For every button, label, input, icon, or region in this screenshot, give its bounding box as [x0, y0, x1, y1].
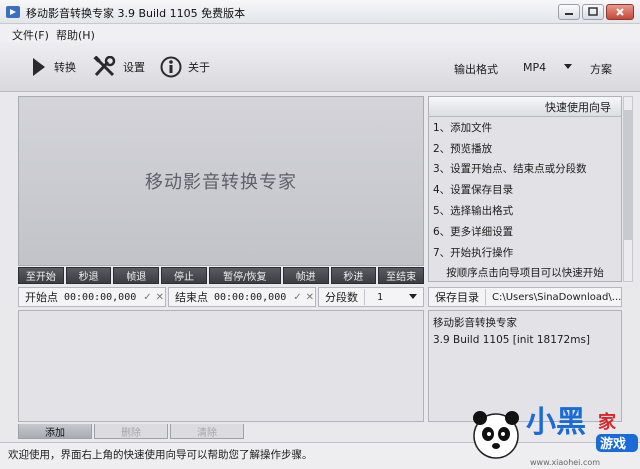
svg-text:小黑: 小黑 — [526, 405, 586, 440]
svg-text:www.xiaohei.com: www.xiaohei.com — [530, 458, 600, 467]
info-app-name: 移动影音转换专家 — [433, 317, 517, 329]
wizard-step[interactable]: 2、预览播放 — [429, 138, 621, 159]
segments-value[interactable]: 1 — [365, 292, 407, 303]
wizard-step[interactable]: 5、选择输出格式 — [429, 200, 621, 221]
clear-icon[interactable]: ✕ — [305, 292, 315, 303]
frame-back-button[interactable]: 帧退 — [113, 267, 160, 284]
preview-title: 移动影音转换专家 — [145, 172, 297, 193]
start-point-value[interactable]: 00:00:00,000 — [64, 292, 136, 303]
confirm-icon[interactable]: ✓ — [292, 292, 302, 303]
convert-label: 转换 — [54, 61, 76, 74]
about-label: 关于 — [188, 61, 210, 74]
app-icon — [6, 6, 20, 18]
seconds-forward-button[interactable]: 秒进 — [330, 267, 377, 284]
start-point-label: 开始点 — [25, 291, 58, 304]
svg-text:游戏: 游戏 — [600, 436, 626, 452]
minimize-icon — [565, 13, 573, 15]
wizard-scroll-thumb[interactable] — [624, 110, 632, 240]
tools-icon — [93, 56, 116, 77]
clear-tab[interactable]: 清除 — [170, 424, 244, 439]
file-list[interactable] — [18, 310, 424, 422]
settings-button[interactable]: 设置 — [93, 50, 145, 84]
goto-end-button[interactable]: 至结束 — [378, 267, 424, 284]
watermark-logo: 小黑 家 游戏 www.xiaohei.com — [473, 405, 638, 467]
quick-start-wizard: 快速使用向导 1、添加文件 2、预览播放 3、设置开始点、结束点或分段数 4、设… — [428, 96, 622, 282]
play-icon — [33, 58, 45, 76]
output-format-value: MP4 — [523, 60, 547, 74]
end-point-value[interactable]: 00:00:00,000 — [214, 292, 286, 303]
goto-start-button[interactable]: 至开始 — [18, 267, 64, 284]
pause-resume-button[interactable]: 暂停/恢复 — [208, 267, 281, 284]
output-directory-value[interactable]: C:\Users\SinaDownload\...\ — [486, 292, 621, 303]
info-build: 3.9 Build 1105 [init 18172ms] — [433, 334, 591, 346]
end-point-field[interactable]: 结束点 00:00:00,000 ✓ ✕ — [168, 287, 316, 307]
output-directory-label: 保存目录 — [429, 289, 486, 305]
minimize-button[interactable] — [558, 4, 580, 20]
menu-bar — [0, 24, 640, 42]
playback-controls: 至开始 秒退 帧退 停止 暂停/恢复 帧进 秒进 至结束 — [18, 267, 424, 285]
output-directory-field[interactable]: 保存目录 C:\Users\SinaDownload\...\ — [428, 287, 622, 307]
panda-icon — [473, 411, 519, 459]
seconds-back-button[interactable]: 秒退 — [65, 267, 112, 284]
close-button[interactable] — [606, 4, 634, 20]
frame-forward-button[interactable]: 帧进 — [282, 267, 329, 284]
settings-label: 设置 — [123, 61, 145, 74]
end-point-label: 结束点 — [175, 291, 208, 304]
wizard-step[interactable]: 6、更多详细设置 — [429, 221, 621, 242]
wizard-step[interactable]: 7、开始执行操作 — [429, 242, 621, 263]
segments-label: 分段数 — [319, 289, 365, 305]
start-point-field[interactable]: 开始点 00:00:00,000 ✓ ✕ — [18, 287, 166, 307]
window-title: 移动影音转换专家 3.9 Build 1105 免费版本 — [26, 7, 246, 20]
wizard-step[interactable]: 4、设置保存目录 — [429, 179, 621, 200]
maximize-button[interactable] — [582, 4, 604, 20]
status-text: 欢迎使用，界面右上角的快速使用向导可以帮助您了解操作步骤。 — [8, 449, 313, 461]
output-format-label: 输出格式 — [454, 63, 498, 76]
menu-help[interactable]: 帮助(H) — [56, 27, 95, 43]
dropdown-arrow-icon — [564, 64, 572, 69]
convert-button[interactable]: 转换 — [30, 50, 76, 84]
stop-button[interactable]: 停止 — [161, 267, 207, 284]
menu-file[interactable]: 文件(F) — [12, 27, 49, 43]
maximize-icon — [588, 7, 598, 16]
confirm-icon[interactable]: ✓ — [142, 292, 152, 303]
video-preview[interactable]: 移动影音转换专家 — [18, 96, 424, 266]
scheme-button[interactable]: 方案 — [590, 61, 612, 77]
wizard-step[interactable]: 1、添加文件 — [429, 117, 621, 138]
about-button[interactable]: 关于 — [160, 50, 210, 84]
wizard-header: 快速使用向导 — [429, 97, 621, 117]
output-format-select[interactable]: MP4 — [514, 57, 576, 77]
info-icon — [160, 56, 182, 78]
segments-field[interactable]: 分段数 1 — [318, 287, 424, 307]
wizard-hint: 按顺序点击向导项目可以快速开始 — [446, 267, 604, 280]
delete-tab[interactable]: 删除 — [94, 424, 168, 439]
add-tab[interactable]: 添加 — [18, 424, 92, 439]
close-icon — [616, 8, 624, 16]
wizard-step[interactable]: 3、设置开始点、结束点或分段数 — [429, 159, 621, 180]
svg-text:家: 家 — [598, 411, 617, 433]
clear-icon[interactable]: ✕ — [155, 292, 165, 303]
dropdown-arrow-icon[interactable] — [407, 293, 419, 301]
